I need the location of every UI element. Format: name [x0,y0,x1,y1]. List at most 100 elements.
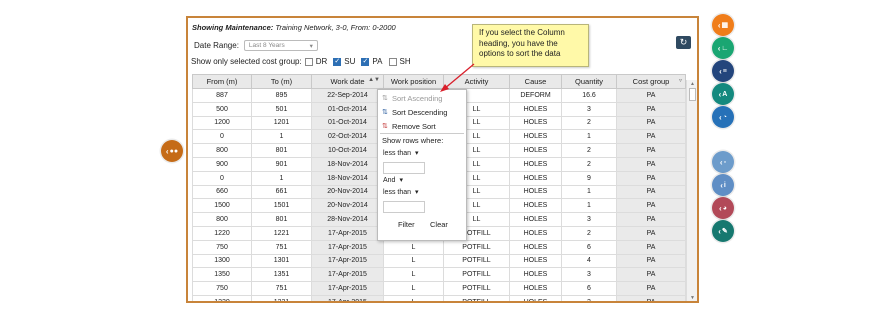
column-header-work-position[interactable]: Work position [383,74,444,89]
table-cell: 0 [192,129,252,145]
column-header-from[interactable]: From (m) [192,74,252,89]
info-icon: i [723,181,726,189]
table-cell: L [383,253,444,269]
table-cell: POTFILL [443,294,510,301]
column-header-to-label: To (m) [270,77,293,86]
edit-button[interactable]: ‹ ✎ [712,220,734,242]
table-cell: 28-Nov-2014 [311,212,384,227]
spreadsheet-button[interactable]: ‹ ▦ [712,14,734,36]
table-cell: HOLES [509,253,562,269]
table-cell: 2 [561,156,617,172]
table-cell: 750 [192,281,252,296]
table-scrollbar[interactable]: ▲ ▼ [686,80,697,301]
table-cell: 18-Nov-2014 [311,156,384,172]
group-icon: ●● [169,147,179,155]
table-cell: 22-Sep-2014 [311,88,384,103]
table-row[interactable]: 1220122117-Apr-2015LPOTFILLHOLES2PA [192,294,686,301]
chevron-left-icon: ‹ [165,146,169,156]
table-row[interactable]: 1300 1301 17-Apr-2015 L POTFILL HOLES 4 PA [192,253,686,269]
table-cell: HOLES [509,267,562,283]
table-cell: 751 [251,281,312,296]
column-header-to[interactable]: To (m) [251,74,312,89]
column-header-work-date[interactable]: Work date ▲▼ [311,74,384,89]
refresh-icon: ↻ [679,37,688,47]
table-cell: 17-Apr-2015 [311,239,384,255]
pie-chart-icon: ◕ [722,204,727,212]
left-collapse-button[interactable]: ‹ ●● [161,140,183,162]
info-value: Training Network, 3-0, From: 0-2000 [275,23,396,32]
list-button[interactable]: ‹ ≡ [712,60,734,82]
table-cell: 1301 [251,253,312,269]
dashboard-button[interactable]: ‹ ◔ [712,106,734,128]
chat-button[interactable]: ‹ ▫ [712,151,734,173]
scroll-up-icon: ▲ [690,81,695,87]
chevron-down-icon: ▾ [399,177,403,184]
table-cell: 1 [561,198,617,214]
filter-value-input-1[interactable] [383,162,425,174]
table-cell: 1350 [192,267,252,283]
date-range-value: Last 8 Years [248,42,285,49]
cost-group-label: Show only selected cost group: [191,57,302,66]
scrollbar-thumb[interactable] [689,88,696,101]
chat-icon: ▫ [723,158,727,166]
menu-divider [380,133,464,134]
date-range-label: Date Range: [194,41,239,50]
checkbox-label-sh: SH [399,57,411,66]
sort-descending-item[interactable]: ⇅ Sort Descending [382,108,447,117]
table-cell: 801 [251,212,312,227]
checkbox-dr[interactable] [304,57,313,66]
date-range-row: Date Range: Last 8 Years ▾ [194,40,318,51]
column-header-activity[interactable]: Activity [443,74,510,89]
logic-select[interactable]: And ▾ [383,176,403,185]
table-cell: 17-Apr-2015 [311,281,384,296]
scroll-down-icon: ▼ [690,295,695,301]
sort-descending-icon: ⇅ [382,108,388,116]
table-cell: HOLES [509,294,562,301]
table-cell: 01-Oct-2014 [311,101,384,117]
table-cell: 18-Nov-2014 [311,170,384,186]
table-cell: L [383,239,444,255]
table-row[interactable]: 750 751 17-Apr-2015 L POTFILL HOLES 6 PA [192,239,686,255]
table-cell: 887 [192,88,252,103]
refresh-button[interactable]: ↻ [676,36,691,49]
table-cell: PA [616,253,686,269]
date-range-select[interactable]: Last 8 Years ▾ [243,40,318,51]
table-cell: 800 [192,212,252,227]
table-cell: PA [616,239,686,255]
filter-value-input-2[interactable] [383,201,425,213]
info-label: Showing Maintenance: [192,23,274,32]
table-row[interactable]: 1350 1351 17-Apr-2015 L POTFILL HOLES 3 PA [192,267,686,283]
condition-select-1[interactable]: less than ▾ [383,149,419,158]
table-cell: 20-Nov-2014 [311,198,384,214]
table-row[interactable]: 750 751 17-Apr-2015 L POTFILL HOLES 6 PA [192,281,686,296]
info-button[interactable]: ‹ i [712,174,734,196]
checkbox-label-pa: PA [372,57,383,66]
table-cell: HOLES [509,129,562,145]
table-cell: 1500 [192,198,252,214]
table-cell: 4 [561,253,617,269]
chevron-down-icon: ▾ [415,150,419,157]
filter-button[interactable]: Filter [398,220,415,229]
table-cell: 20-Nov-2014 [311,184,384,200]
table-header-row: From (m) To (m) Work date ▲▼ Work positio… [192,74,686,89]
column-header-cost-group[interactable]: Cost group ▿ [616,74,686,89]
checkbox-label-su: SU [344,57,356,66]
line-chart-button[interactable]: ‹ ∟ [712,37,734,59]
pie-chart-button[interactable]: ‹ ◕ [712,197,734,219]
table-cell: 1201 [251,115,312,131]
table-cell: PA [616,212,686,227]
column-header-cause[interactable]: Cause [509,74,562,89]
condition-select-2[interactable]: less than ▾ [383,188,419,197]
checkbox-sh[interactable] [388,57,397,66]
text-button[interactable]: ‹ A [712,83,734,105]
chevron-down-icon: ▾ [309,42,313,50]
sort-ascending-item[interactable]: ⇅ Sort Ascending [382,94,442,103]
remove-sort-item[interactable]: ⇅ Remove Sort [382,122,436,131]
checkbox-su[interactable]: ✓ [333,57,342,66]
table-cell: 1 [251,129,312,145]
table-cell: 660 [192,184,252,200]
column-header-quantity[interactable]: Quantity [561,74,617,89]
checkbox-pa[interactable]: ✓ [361,57,370,66]
clear-button[interactable]: Clear [430,220,448,229]
table-cell: 2 [561,143,617,158]
